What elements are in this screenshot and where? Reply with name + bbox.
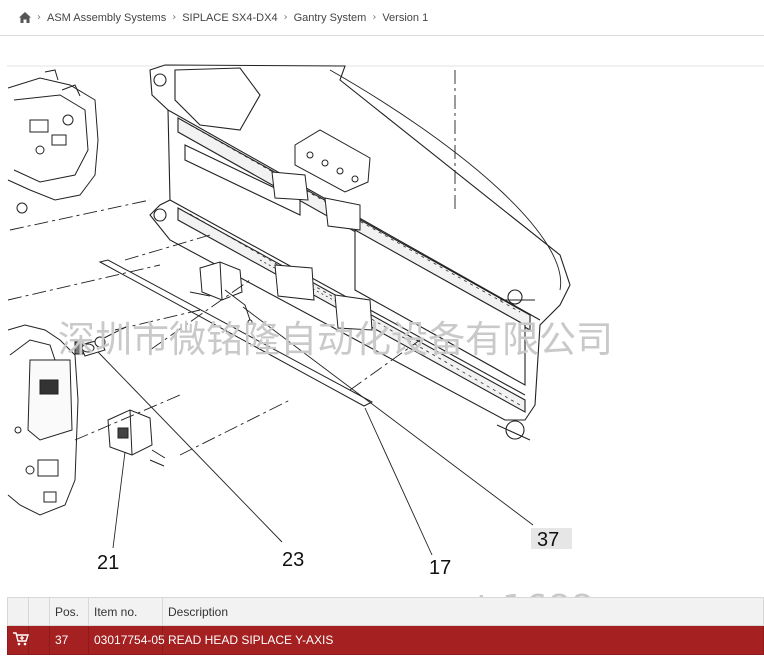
add-to-cart-button[interactable]: [7, 625, 29, 655]
header-description[interactable]: Description: [162, 597, 764, 626]
row-description: READ HEAD SIPLACE Y-AXIS: [162, 625, 764, 655]
callout-21[interactable]: 21: [97, 552, 119, 574]
parts-table: Pos. Item no. Description 37 03017754-05…: [7, 597, 764, 655]
home-icon[interactable]: [19, 12, 31, 23]
breadcrumb-item-asm[interactable]: ASM Assembly Systems: [47, 12, 166, 24]
watermark-url: wmsmt.1688.com: [358, 588, 682, 597]
row-item-no[interactable]: 03017754-05: [88, 625, 165, 655]
left-bracket-assembly: [7, 69, 99, 214]
chevron-right-icon: ›: [172, 12, 177, 23]
chevron-right-icon: ›: [283, 12, 288, 23]
header-item-no[interactable]: Item no.: [88, 597, 163, 626]
header-cart: [7, 597, 29, 626]
chevron-right-icon: ›: [372, 12, 377, 23]
callout-17[interactable]: 17: [429, 557, 451, 579]
exploded-drawing: 37 21 23 17 深圳市微铭隆自动化设备有限公司 wmsmt.1688.c…: [7, 37, 764, 597]
row-select-cell[interactable]: [28, 625, 50, 655]
row-pos: 37: [49, 625, 89, 655]
breadcrumb-item-model[interactable]: SIPLACE SX4-DX4: [182, 12, 277, 24]
breadcrumb-item-gantry[interactable]: Gantry System: [294, 12, 367, 24]
header-select: [28, 597, 50, 626]
gantry-beam: [149, 64, 571, 441]
breadcrumb: › ASM Assembly Systems › SIPLACE SX4-DX4…: [0, 0, 764, 36]
table-row[interactable]: 37 03017754-05 READ HEAD SIPLACE Y-AXIS: [7, 625, 764, 655]
callout-37[interactable]: 37: [537, 529, 559, 551]
watermark-cn: 深圳市微铭隆自动化设备有限公司: [58, 318, 613, 361]
chevron-right-icon: ›: [37, 12, 41, 23]
header-pos[interactable]: Pos.: [49, 597, 89, 626]
gantry-exploded-view: 37 21 23 17 深圳市微铭隆自动化设备有限公司 wmsmt.1688.c…: [7, 64, 764, 597]
callout-23[interactable]: 23: [282, 549, 304, 571]
table-header-row: Pos. Item no. Description: [7, 597, 764, 626]
add-to-cart-icon: [13, 631, 29, 645]
breadcrumb-item-version[interactable]: Version 1: [382, 12, 428, 24]
part-21-clamp: [107, 409, 166, 467]
